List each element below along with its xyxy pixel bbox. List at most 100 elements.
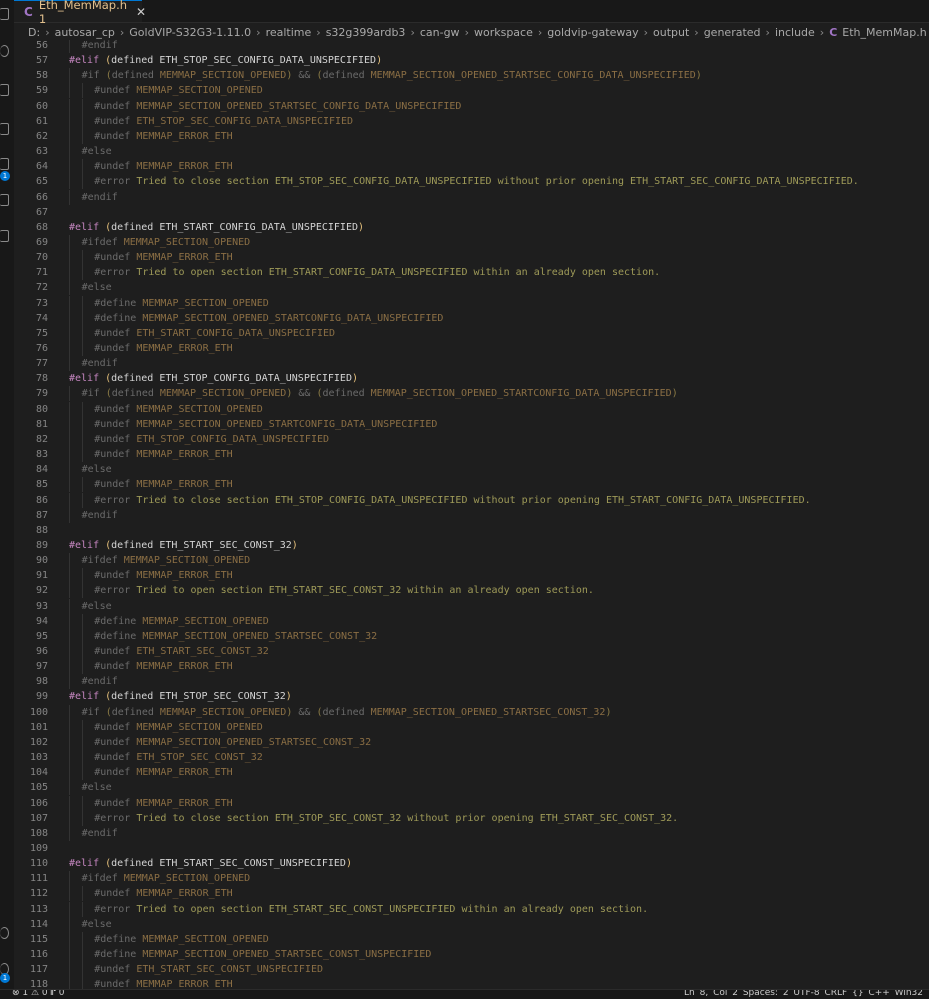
code-token: #undef [94,343,137,354]
line-number: 75 [35,327,48,339]
breadcrumb-item[interactable]: output [653,26,689,39]
code-token: ) [358,221,365,233]
indent-guide [81,644,83,659]
line-number: 87 [35,509,48,521]
indent-guide [81,447,83,463]
remote-explorer-icon[interactable] [0,194,9,206]
code-text: #undef MEMMAP_ERROR_ETH [94,796,232,811]
code-token: ) [351,373,359,385]
code-editor[interactable]: 56 #endif 57 #elif (defined ETH_STOP_SEC_CO… [14,40,929,990]
line-number: 105 [29,782,48,794]
code-token: #define [94,312,143,324]
breadcrumb-item[interactable]: Eth_MemMap.h [842,26,926,39]
code-line: 110 #elif (defined ETH_START_SEC_CONST_UN… [14,856,929,871]
line-number: 67 [35,206,48,218]
line-number: 61 [35,115,48,127]
breadcrumb-item[interactable]: realtime [266,26,312,39]
code-line: 56 #endif [14,40,929,53]
code-text: #else [82,917,112,932]
editor-status[interactable]: Ln 8, Col 2 Spaces: 2 UTF-8 CRLF {} C++ … [684,990,923,999]
tab-eth-memmap[interactable]: C Eth_MemMap.h 1 ✕ [14,0,146,26]
code-line: 106 #undef MEMMAP_ERROR_ETH [14,795,929,811]
line-number: 97 [35,661,48,673]
indent-guide [69,159,70,175]
code-line: 60 #undef MEMMAP_SECTION_OPENED_STARTSEC_… [14,98,929,114]
indent-guide [69,280,70,296]
code-token: #else [81,782,112,794]
code-token: #elif [69,691,106,703]
search-icon[interactable] [0,45,9,57]
breadcrumb-item[interactable]: include [775,26,815,39]
code-token: #error [94,903,137,915]
testing-icon[interactable] [0,230,9,242]
breadcrumb-item[interactable]: workspace [474,26,533,39]
indent-guide [81,174,83,190]
extensions-icon[interactable] [0,158,9,170]
breadcrumb-item[interactable]: s32g399ardb3 [326,26,406,39]
problems-status[interactable]: ⊗ 1 ⚠ 0 ⑈ 0 [12,990,65,999]
code-line: 86 #error Tried to close section ETH_STOP… [14,492,929,508]
code-token: #undef [94,570,137,582]
indent-guide [81,401,83,417]
code-token: MEMMAP_SECTION_OPENED_STARTSEC_CONST_UNS… [142,949,432,960]
indent-guide [69,704,70,720]
breadcrumb-item[interactable]: generated [704,26,761,39]
line-number: 71 [35,267,48,279]
line-number: 108 [29,827,48,839]
code-line: 89 #elif (defined ETH_START_SEC_CONST_32) [14,538,929,553]
code-line: 113 #error Tried to open section ETH_STAR… [14,901,929,917]
indent-guide [81,250,83,266]
code-text: #undef MEMMAP_ERROR_ETH [94,250,232,265]
code-token: #else [81,918,112,930]
code-text: #undef MEMMAP_ERROR_ETH [94,568,232,583]
code-text: #error Tried to open section ETH_START_S… [94,583,594,598]
source-control-icon[interactable] [0,84,9,96]
breadcrumb-item[interactable]: D: [28,26,40,39]
code-token: ) [671,388,678,400]
accounts-icon[interactable] [0,927,9,939]
code-token: MEMMAP_SECTION_OPENED_STARTSEC_CONST_32 [136,736,372,748]
code-token: #ifdef [81,555,124,567]
code-token: #undef [94,433,137,445]
breadcrumb-item[interactable]: GoldVIP-S32G3-1.11.0 [129,26,251,39]
line-number: 64 [35,161,48,173]
indent-guide [69,447,70,463]
indent-guide [81,947,83,962]
chevron-right-icon: › [410,26,415,39]
indent-guide [69,568,70,584]
indent-guide [81,492,83,508]
chevron-right-icon: › [45,26,50,39]
code-token: ) [345,858,352,870]
code-token: MEMMAP_ERROR_ETH [136,797,233,809]
code-text: #undef MEMMAP_SECTION_OPENED_STARTSEC_CO… [94,99,461,114]
code-token: MEMMAP_SECTION_OPENED_STARTSEC_CONFIG_DA… [136,100,462,112]
code-line: 93 #else [14,598,929,614]
code-token: MEMMAP_ERROR_ETH [136,252,233,264]
line-number: 78 [35,373,48,385]
code-text: #else [82,599,112,614]
line-number: 85 [35,479,48,491]
code-text: #undef ETH_STOP_SEC_CONFIG_DATA_UNSPECIF… [94,114,353,129]
line-number: 66 [35,191,48,203]
tab-bar: C Eth_MemMap.h 1 ✕ [14,0,929,26]
code-text: #endif [82,190,118,205]
breadcrumb-item[interactable]: can-gw [420,26,460,39]
code-text: #error Tried to open section ETH_START_C… [94,265,660,280]
code-line: 102 #undef MEMMAP_SECTION_OPENED_STARTSEC… [14,734,929,750]
code-token: MEMMAP_SECTION_OPENED [142,297,269,309]
indent-guide [69,719,70,735]
line-number: 58 [35,70,48,82]
chevron-right-icon: › [537,26,543,39]
line-number: 117 [29,964,48,976]
line-number: 95 [35,630,48,642]
code-token: defined ETH_STOP_SEC_CONST_32 [111,691,286,703]
code-token: MEMMAP_SECTION_OPENED [123,236,251,248]
close-icon[interactable]: ✕ [136,5,146,19]
breadcrumb-item[interactable]: goldvip-gateway [547,26,638,39]
code-token: #undef [94,646,137,657]
run-debug-icon[interactable] [0,123,9,135]
code-text: #undef MEMMAP_SECTION_OPENED_STARTSEC_CO… [94,735,371,750]
line-number: 89 [35,539,48,551]
breadcrumb-item[interactable]: autosar_cp [55,26,115,39]
explorer-icon[interactable] [0,8,9,20]
